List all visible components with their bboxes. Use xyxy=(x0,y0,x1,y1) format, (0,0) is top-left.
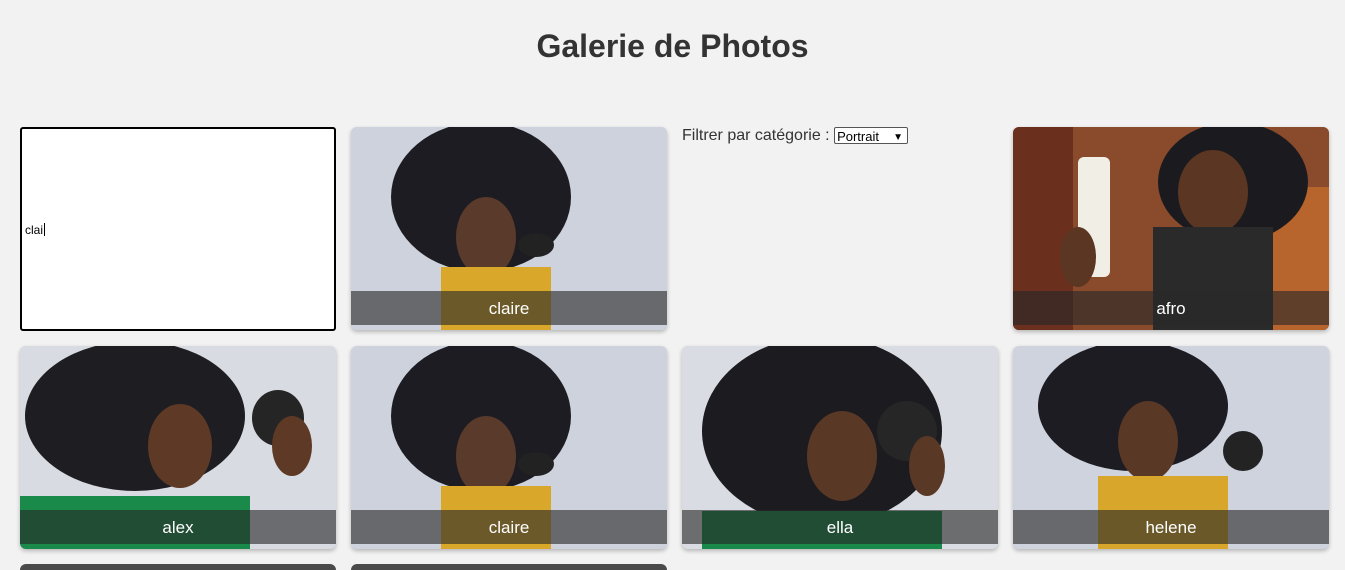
category-filter: Filtrer par catégorie : Portrait ▼ xyxy=(682,127,909,145)
photo-caption: afro xyxy=(1013,291,1329,325)
photo-caption: alex xyxy=(20,510,336,544)
photo-image: afro xyxy=(1013,127,1329,330)
photo-image: helene xyxy=(1013,346,1329,549)
search-value: clai xyxy=(25,223,46,237)
photo-card-partial[interactable] xyxy=(20,564,336,570)
photo-card[interactable]: claire xyxy=(351,346,667,549)
photo-card[interactable]: ella xyxy=(682,346,998,549)
page-title: Galerie de Photos xyxy=(536,28,809,64)
photo-card-partial[interactable] xyxy=(351,564,667,570)
photo-card[interactable]: afro xyxy=(1013,127,1329,330)
search-textarea[interactable]: clai xyxy=(20,127,336,331)
photo-image: claire xyxy=(351,127,667,330)
photo-caption: claire xyxy=(351,510,667,544)
category-select[interactable]: Portrait ▼ xyxy=(834,127,909,145)
photo-caption: helene xyxy=(1013,510,1329,544)
photo-card[interactable]: claire xyxy=(351,127,667,330)
photo-card[interactable]: helene xyxy=(1013,346,1329,549)
photo-caption: ella xyxy=(682,510,998,544)
photo-image: claire xyxy=(351,346,667,549)
photo-image: ella xyxy=(682,346,998,549)
photo-caption: claire xyxy=(351,291,667,325)
filter-label: Filtrer par catégorie : xyxy=(682,127,830,144)
photo-image: alex xyxy=(20,346,336,549)
chevron-down-icon: ▼ xyxy=(893,132,904,144)
text-caret xyxy=(44,223,46,236)
photo-card[interactable]: alex xyxy=(20,346,336,549)
